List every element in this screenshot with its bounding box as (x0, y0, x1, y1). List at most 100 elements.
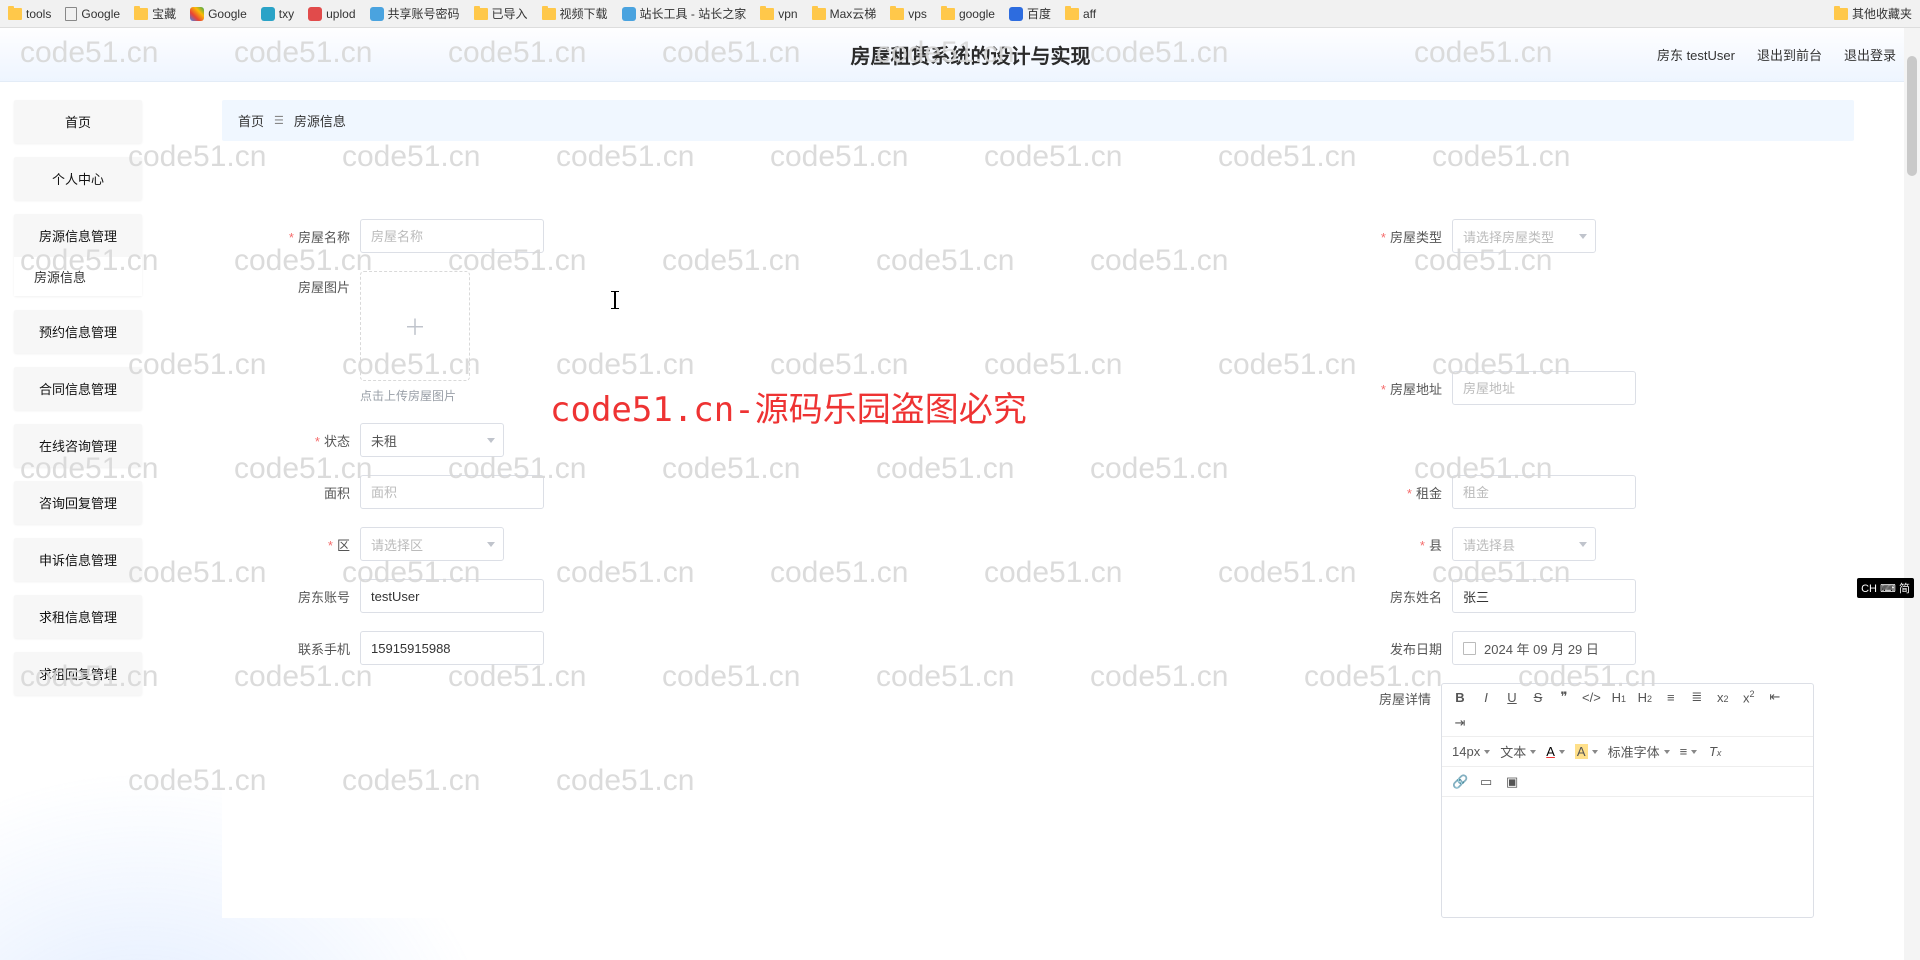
bold-icon[interactable]: B (1452, 690, 1468, 705)
input-landlord-name[interactable] (1452, 579, 1636, 613)
site-icon (622, 7, 636, 21)
sidebar-reservation[interactable]: 预约信息管理 (14, 310, 142, 353)
superscript-icon[interactable]: x2 (1741, 689, 1757, 705)
input-house-name[interactable] (360, 219, 544, 253)
sidebar-rent-seek[interactable]: 求租信息管理 (14, 595, 142, 638)
cloud-icon (261, 7, 275, 21)
upload-house-image[interactable]: ＋ (360, 271, 470, 381)
bookmark-txy[interactable]: txy (261, 7, 294, 21)
upload-icon (308, 7, 322, 21)
chevron-down-icon (1664, 750, 1670, 754)
ol-icon[interactable]: ≡ (1663, 690, 1679, 705)
sidebar-consult[interactable]: 在线咨询管理 (14, 424, 142, 467)
editor-body[interactable] (1442, 797, 1813, 917)
bookmark-treasure[interactable]: 宝藏 (134, 5, 176, 22)
bookmark-shared-pwd[interactable]: 共享账号密码 (370, 5, 460, 22)
align-picker[interactable]: ≡ (1680, 744, 1698, 759)
folder-icon (890, 8, 904, 20)
sidebar-housing-mgmt[interactable]: 房源信息管理 (14, 214, 142, 257)
crumb-current: 房源信息 (294, 111, 346, 130)
bookmark-other[interactable]: 其他收藏夹 (1834, 5, 1912, 22)
editor-toolbar-1: B I U S ❞ </> H1 H2 ≡ ≣ x2 x2 ⇤ (1442, 684, 1813, 737)
sidebar-complaint[interactable]: 申诉信息管理 (14, 538, 142, 581)
fontsize-picker[interactable]: 14px (1452, 744, 1490, 759)
calendar-icon (1463, 642, 1476, 655)
user-role[interactable]: 房东 testUser (1657, 45, 1735, 64)
video-icon[interactable]: ▣ (1504, 774, 1520, 790)
select-status[interactable]: 未租 (360, 423, 504, 457)
h1-icon[interactable]: H1 (1611, 690, 1627, 705)
fontfamily-picker[interactable]: 标准字体 (1608, 742, 1670, 761)
input-address[interactable] (1452, 371, 1636, 405)
chevron-down-icon (1579, 542, 1587, 547)
chevron-down-icon (1559, 750, 1565, 754)
clear-format-icon[interactable]: Tx (1707, 744, 1723, 759)
bookmark-google[interactable]: Google (190, 7, 247, 21)
sidebar-housing-info[interactable]: 房源信息 (14, 257, 142, 296)
quote-icon[interactable]: ❞ (1556, 689, 1572, 705)
scrollbar[interactable] (1904, 28, 1920, 960)
app-header: 房屋租赁系统的设计与实现 房东 testUser 退出到前台 退出登录 (0, 28, 1920, 82)
input-phone[interactable] (360, 631, 544, 665)
bookmark-max[interactable]: Max云梯 (812, 5, 877, 22)
sidebar-profile[interactable]: 个人中心 (14, 157, 142, 200)
input-rent[interactable] (1452, 475, 1636, 509)
bgcolor-picker[interactable]: A (1575, 744, 1598, 759)
bookmark-video[interactable]: 视频下载 (542, 5, 608, 22)
app-title: 房屋租赁系统的设计与实现 (284, 40, 1657, 69)
subscript-icon[interactable]: x2 (1715, 690, 1731, 705)
label-pubdate: 发布日期 (1354, 639, 1452, 658)
strike-icon[interactable]: S (1530, 690, 1546, 705)
indent-icon[interactable]: ⇥ (1452, 715, 1468, 731)
bookmark-google-folder[interactable]: google (941, 7, 995, 21)
folder-icon (134, 8, 148, 20)
plus-icon: ＋ (404, 310, 426, 342)
code-icon[interactable]: </> (1582, 690, 1601, 705)
input-area[interactable] (360, 475, 544, 509)
select-house-type[interactable]: 请选择房屋类型 (1452, 219, 1596, 253)
bookmark-vpn[interactable]: vpn (760, 7, 797, 21)
bookmark-tools[interactable]: tools (8, 7, 51, 21)
upload-hint: 点击上传房屋图片 (360, 387, 470, 404)
bookmark-aff[interactable]: aff (1065, 7, 1096, 21)
italic-icon[interactable]: I (1478, 690, 1494, 705)
bookmark-uplod[interactable]: uplod (308, 7, 355, 21)
sidebar-home[interactable]: 首页 (14, 100, 142, 143)
scrollbar-thumb[interactable] (1907, 56, 1917, 176)
bookmark-webmaster[interactable]: 站长工具 - 站长之家 (622, 5, 747, 22)
label-address: 房屋地址 (1354, 379, 1452, 398)
label-area: 面积 (262, 483, 360, 502)
exit-to-front[interactable]: 退出到前台 (1757, 45, 1822, 64)
input-landlord-acc[interactable] (360, 579, 544, 613)
select-district[interactable]: 请选择区 (360, 527, 504, 561)
sidebar-contract[interactable]: 合同信息管理 (14, 367, 142, 410)
folder-icon (8, 8, 22, 20)
h2-icon[interactable]: H2 (1637, 690, 1653, 705)
folder-icon (812, 8, 826, 20)
bookmark-imported[interactable]: 已导入 (474, 5, 528, 22)
image-icon[interactable]: ▭ (1478, 774, 1494, 790)
label-phone: 联系手机 (262, 639, 360, 658)
bookmark-google-doc[interactable]: Google (65, 7, 120, 21)
select-county[interactable]: 请选择县 (1452, 527, 1596, 561)
format-picker[interactable]: 文本 (1500, 742, 1536, 761)
textcolor-picker[interactable]: A (1546, 744, 1565, 759)
input-pubdate[interactable]: 2024 年 09 月 29 日 (1452, 631, 1636, 665)
doc-icon (65, 7, 77, 21)
logout[interactable]: 退出登录 (1844, 45, 1896, 64)
bookmark-vps[interactable]: vps (890, 7, 927, 21)
underline-icon[interactable]: U (1504, 690, 1520, 705)
bookmark-baidu[interactable]: 百度 (1009, 5, 1051, 22)
link-icon[interactable]: 🔗 (1452, 774, 1468, 790)
rich-editor[interactable]: B I U S ❞ </> H1 H2 ≡ ≣ x2 x2 ⇤ (1441, 683, 1814, 918)
label-county: 县 (1354, 535, 1452, 554)
label-landlord-name: 房东姓名 (1354, 587, 1452, 606)
sidebar-consult-reply[interactable]: 咨询回复管理 (14, 481, 142, 524)
sidebar-rent-reply[interactable]: 求租回复管理 (14, 652, 142, 695)
outdent-icon[interactable]: ⇤ (1767, 689, 1783, 705)
bookmark-bar: tools Google 宝藏 Google txy uplod 共享账号密码 … (0, 0, 1920, 28)
ul-icon[interactable]: ≣ (1689, 689, 1705, 705)
folder-icon (1834, 8, 1848, 20)
ime-indicator[interactable]: CH ⌨ 简 (1857, 578, 1914, 598)
crumb-home[interactable]: 首页 (238, 111, 264, 130)
